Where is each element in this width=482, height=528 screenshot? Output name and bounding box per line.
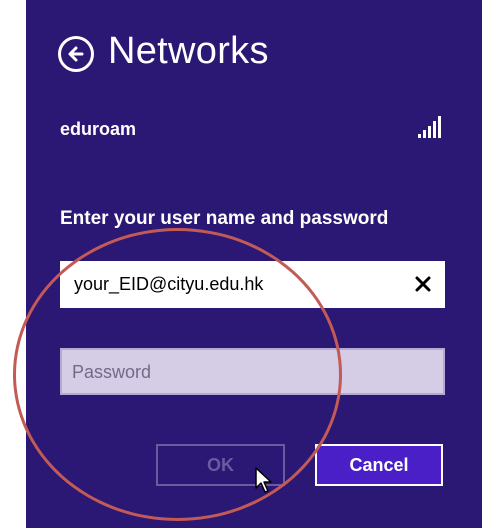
back-button[interactable] (58, 36, 94, 72)
network-flyout-panel: Networks eduroam Enter your user name an… (26, 0, 482, 528)
mouse-pointer-icon (255, 467, 272, 493)
page-title: Networks (108, 30, 269, 72)
password-placeholder: Password (72, 362, 152, 382)
password-field[interactable]: Password (60, 348, 445, 395)
username-field[interactable]: your_EID@cityu.edu.hk (60, 261, 445, 308)
wifi-signal-icon (418, 116, 441, 138)
network-name: eduroam (60, 119, 137, 139)
credentials-prompt: Enter your user name and password (60, 208, 389, 229)
close-icon[interactable] (413, 274, 433, 294)
back-arrow-icon (68, 46, 84, 62)
username-value: your_EID@cityu.edu.hk (74, 274, 264, 294)
cancel-button[interactable]: Cancel (315, 444, 443, 486)
